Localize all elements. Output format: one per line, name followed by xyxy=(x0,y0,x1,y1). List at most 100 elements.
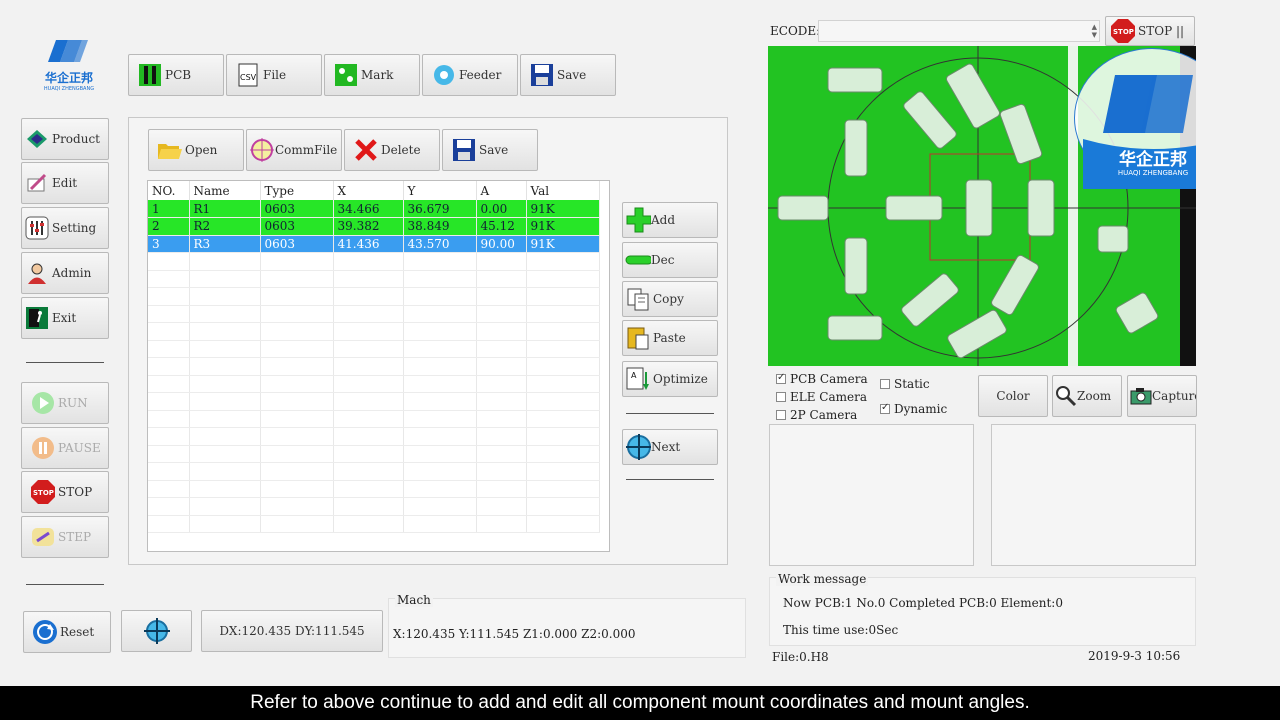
spinner-icon[interactable]: ▲ ▼ xyxy=(1092,23,1097,39)
mach-value: X:120.435 Y:111.545 Z1:0.000 Z2:0.000 xyxy=(393,627,636,641)
nav-edit-button[interactable]: Edit xyxy=(21,162,109,204)
next-label: Next xyxy=(651,440,681,454)
open-label: Open xyxy=(185,143,218,157)
2p-camera-label: 2P Camera xyxy=(790,408,858,422)
cell-type: 0603 xyxy=(260,217,334,236)
toolbar-save-button[interactable]: Save xyxy=(520,54,616,96)
caption-text: Refer to above continue to add and edit … xyxy=(250,692,1030,713)
stop-button[interactable]: STOP STOP xyxy=(21,471,109,513)
brand-name: 华企正邦 xyxy=(44,71,93,85)
table-row[interactable]: 2 R2 0603 39.382 38.849 45.12 91K xyxy=(148,217,600,236)
cell-val: 91K xyxy=(526,217,600,236)
optimize-icon: A xyxy=(625,366,651,392)
cell-name: R3 xyxy=(189,235,261,253)
target-icon xyxy=(625,434,651,460)
dxdy-value: DX:120.435 DY:111.545 xyxy=(219,624,365,638)
camera-icon xyxy=(1130,383,1152,409)
2p-camera-checkbox[interactable] xyxy=(776,410,786,420)
floppy-icon xyxy=(529,62,555,88)
optimize-label: Optimize xyxy=(653,372,708,386)
minus-icon xyxy=(625,247,651,273)
commfile-button[interactable]: CommFile xyxy=(246,129,342,171)
work-line-1: Now PCB:1 No.0 Completed PCB:0 Element:0 xyxy=(783,596,1063,610)
stop-sign-icon: STOP xyxy=(30,479,56,505)
watermark-logo: 华企正邦 HUAQI ZHENGBANG xyxy=(1074,48,1196,189)
step-button[interactable]: STEP xyxy=(21,516,109,558)
exit-icon xyxy=(24,305,50,331)
watermark-brand-sub: HUAQI ZHENGBANG xyxy=(1117,169,1189,177)
floppy-icon xyxy=(451,137,477,163)
pcb-camera-checkbox[interactable] xyxy=(776,372,786,384)
col-x[interactable]: X xyxy=(333,181,404,200)
mach-label: Mach xyxy=(395,593,433,607)
toolbar-pcb-button[interactable]: PCB xyxy=(128,54,224,96)
svg-text:CSV: CSV xyxy=(240,73,257,82)
camera-stop-label: STOP || xyxy=(1138,24,1185,38)
add-button[interactable]: Add xyxy=(622,202,718,238)
cell-y: 36.679 xyxy=(403,200,477,218)
option-2p-camera[interactable]: 2P Camera xyxy=(776,408,857,422)
cell-y: 38.849 xyxy=(403,217,477,236)
camera-stop-button[interactable]: STOP STOP || xyxy=(1105,16,1195,46)
copy-button[interactable]: Copy xyxy=(622,281,718,317)
cell-no: 1 xyxy=(148,200,190,218)
mode-dynamic[interactable]: Dynamic xyxy=(880,402,947,416)
delete-button[interactable]: Delete xyxy=(344,129,440,171)
logo: 华企正邦 HUAQI ZHENGBANG xyxy=(38,36,100,92)
svg-text:STOP: STOP xyxy=(33,489,54,497)
col-a[interactable]: A xyxy=(476,181,527,200)
editor-save-button[interactable]: Save xyxy=(442,129,538,171)
pause-button[interactable]: PAUSE xyxy=(21,427,109,469)
toolbar-mark-button[interactable]: Mark xyxy=(324,54,420,96)
zoom-button[interactable]: Zoom xyxy=(1052,375,1122,417)
toolbar-file-button[interactable]: CSV File xyxy=(226,54,322,96)
col-name[interactable]: Name xyxy=(189,181,261,200)
toolbar-feeder-button[interactable]: Feeder xyxy=(422,54,518,96)
static-label: Static xyxy=(894,377,930,391)
col-y[interactable]: Y xyxy=(403,181,477,200)
nav-exit-button[interactable]: Exit xyxy=(21,297,109,339)
locate-button[interactable] xyxy=(121,610,192,652)
nav-admin-label: Admin xyxy=(52,266,92,280)
cell-val: 91K xyxy=(526,200,600,218)
optimize-button[interactable]: A Optimize xyxy=(622,361,718,397)
video-caption: Refer to above continue to add and edit … xyxy=(0,686,1280,720)
capture-button[interactable]: Capture xyxy=(1127,375,1197,417)
mode-static[interactable]: Static xyxy=(880,377,930,391)
dynamic-checkbox[interactable] xyxy=(880,402,890,414)
col-val[interactable]: Val xyxy=(526,181,600,200)
commfile-label: CommFile xyxy=(275,143,338,157)
color-label: Color xyxy=(996,389,1030,403)
cell-a: 45.12 xyxy=(476,217,527,236)
option-ele-camera[interactable]: ELE Camera xyxy=(776,390,867,404)
dec-button[interactable]: Dec xyxy=(622,242,718,278)
ele-camera-checkbox[interactable] xyxy=(776,392,786,402)
component-table: NO. Name Type X Y A Val 1 R1 0603 34.466… xyxy=(147,180,610,552)
option-pcb-camera[interactable]: PCB Camera xyxy=(776,372,868,386)
paste-label: Paste xyxy=(653,331,686,345)
run-button[interactable]: RUN xyxy=(21,382,109,424)
open-button[interactable]: Open xyxy=(148,129,244,171)
cell-y: 43.570 xyxy=(403,235,477,253)
cell-no: 2 xyxy=(148,217,190,236)
add-label: Add xyxy=(651,213,676,227)
table-row[interactable]: 1 R1 0603 34.466 36.679 0.00 91K xyxy=(148,200,600,218)
reset-button[interactable]: Reset xyxy=(23,611,111,653)
nav-product-button[interactable]: Product xyxy=(21,118,109,160)
col-type[interactable]: Type xyxy=(260,181,334,200)
next-button[interactable]: Next xyxy=(622,429,718,465)
col-no[interactable]: NO. xyxy=(148,181,190,200)
nav-setting-button[interactable]: Setting xyxy=(21,207,109,249)
dxdy-display: DX:120.435 DY:111.545 xyxy=(201,610,383,652)
static-checkbox[interactable] xyxy=(880,379,890,389)
watermark-brand-name: 华企正邦 xyxy=(1119,150,1187,170)
nav-admin-button[interactable]: Admin xyxy=(21,252,109,294)
table-row-selected[interactable]: 3 R3 0603 41.436 43.570 90.00 91K xyxy=(148,235,600,253)
color-button[interactable]: Color xyxy=(978,375,1048,417)
paste-button[interactable]: Paste xyxy=(622,320,718,356)
cell-no: 3 xyxy=(148,235,190,253)
camera-view[interactable]: 华企正邦 HUAQI ZHENGBANG xyxy=(768,46,1196,366)
toolbar-file-label: File xyxy=(263,68,287,82)
edit-icon xyxy=(24,170,50,196)
ecode-input[interactable]: ▲ ▼ xyxy=(818,20,1100,42)
